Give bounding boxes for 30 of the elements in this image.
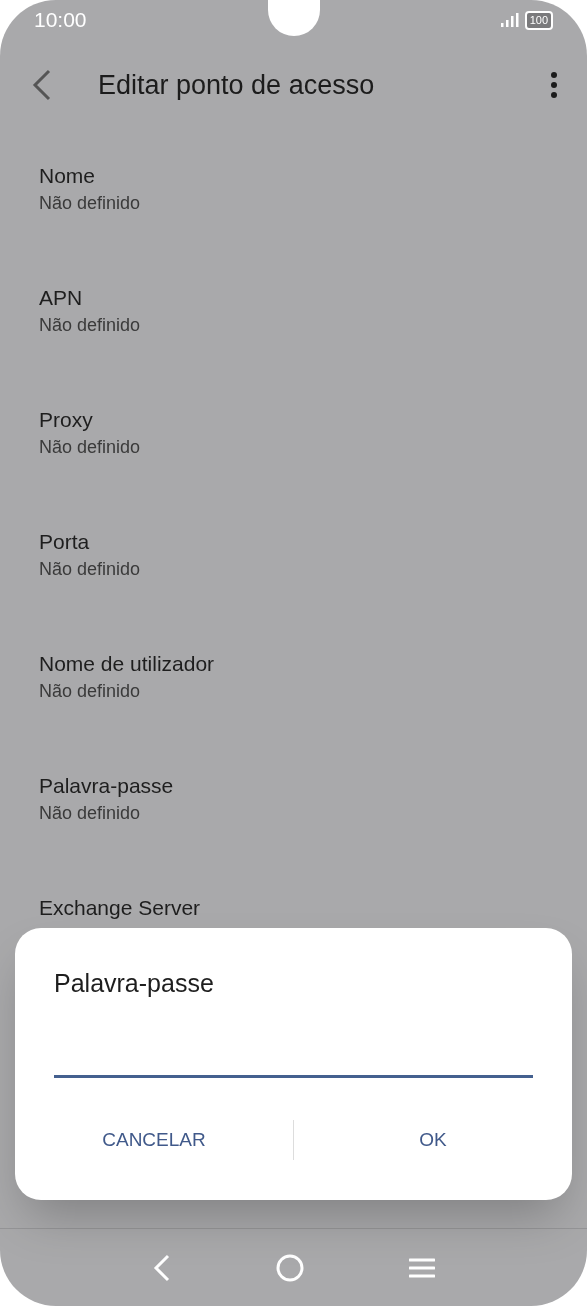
setting-value: Não definido xyxy=(39,680,142,703)
dialog-button[interactable]: CANCELAR xyxy=(15,1120,293,1160)
setting-title: Nome xyxy=(39,163,97,189)
setting-item[interactable]: APN Não definido xyxy=(0,274,587,396)
menu-icon[interactable] xyxy=(408,1256,435,1279)
setting-item[interactable]: Nome Não definido xyxy=(0,152,587,274)
setting-title: Nome de utilizador xyxy=(39,651,216,677)
setting-value: Não definido xyxy=(39,314,142,337)
more-options-button[interactable] xyxy=(549,72,559,98)
setting-value: Não definido xyxy=(39,192,142,215)
camera-notch xyxy=(268,0,320,36)
setting-value: Não definido xyxy=(39,802,142,825)
setting-item[interactable]: Porta Não definido xyxy=(0,518,587,640)
status-time: 10:00 xyxy=(34,7,87,34)
home-nav-icon[interactable] xyxy=(275,1253,304,1282)
screen-title: Editar ponto de acesso xyxy=(98,68,376,102)
setting-title: Porta xyxy=(39,529,91,555)
signal-icon xyxy=(500,13,519,27)
setting-value: Não definido xyxy=(39,436,142,459)
battery-level: 100 xyxy=(524,10,553,30)
setting-title: APN xyxy=(39,285,84,311)
setting-item[interactable]: Palavra-passe Não definido xyxy=(0,762,587,884)
setting-title: Palavra-passe xyxy=(39,773,175,799)
setting-item[interactable]: Nome de utilizador Não definido xyxy=(0,640,587,762)
setting-value: Não definido xyxy=(39,558,142,581)
setting-item[interactable]: Proxy Não definido xyxy=(0,396,587,518)
back-nav-icon[interactable] xyxy=(152,1253,171,1282)
dialog-button[interactable]: OK xyxy=(294,1120,572,1160)
setting-title: Proxy xyxy=(39,407,94,433)
dialog-title: Palavra-passe xyxy=(54,968,215,998)
